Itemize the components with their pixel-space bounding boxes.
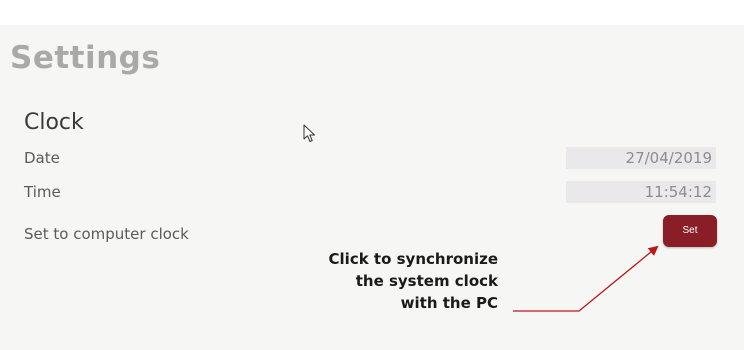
mouse-pointer-icon [303,124,315,142]
annotation-arrow [513,245,659,312]
